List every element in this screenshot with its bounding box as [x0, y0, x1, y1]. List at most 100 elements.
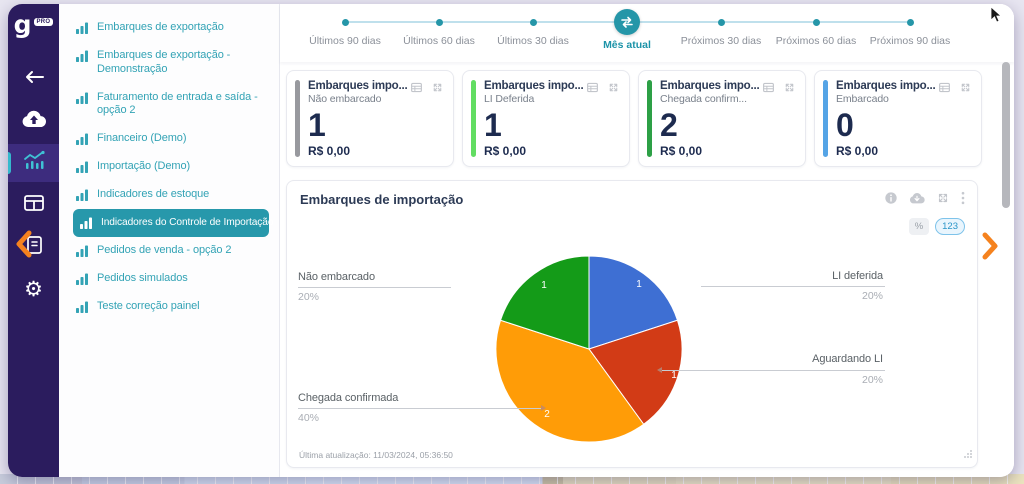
table-view-icon[interactable] [586, 81, 599, 94]
sidebar-item-embarques-exportacao[interactable]: Embarques de exportação [73, 14, 269, 42]
embarques-importacao-chart-card: Embarques de importação % 123 1 1 2 1 [286, 180, 978, 468]
sidebar-item-label: Indicadores de estoque [97, 188, 209, 202]
kpi-accent-bar [471, 80, 476, 157]
table-view-icon[interactable] [410, 81, 423, 94]
sidebar-item-label: Teste correção painel [97, 300, 199, 314]
chart-title: Embarques de importação [300, 192, 463, 207]
timeline-stop-proximos-60[interactable]: Próximos 60 dias [769, 4, 863, 47]
kpi-title: Embarques impo... [308, 80, 408, 92]
timeline-stop-proximos-30[interactable]: Próximos 30 dias [674, 4, 768, 47]
timeline-dot [907, 19, 914, 26]
pie-pct-chegada-confirmada: 40% [298, 412, 319, 424]
sidebar-collapse-chevron[interactable] [12, 228, 36, 265]
sidebar-item-embarques-exportacao-demo[interactable]: Embarques de exportação - Demonstração [73, 42, 269, 84]
sidebar-item-pedidos-venda[interactable]: Pedidos de venda - opção 2 [73, 237, 269, 265]
bar-chart-icon [75, 132, 89, 146]
pro-badge: PRO [34, 18, 54, 26]
timeline-stop-ultimos-90[interactable]: Últimos 90 dias [298, 4, 392, 47]
callout-arrow [657, 367, 662, 373]
pie-label-aguardando-li: Aguardando LI [812, 353, 883, 365]
bar-chart-icon [75, 188, 89, 202]
timeline-stop-ultimos-60[interactable]: Últimos 60 dias [392, 4, 486, 47]
pie-pct-li-deferida: 20% [862, 290, 883, 302]
sidebar-item-label: Pedidos de venda - opção 2 [97, 244, 231, 258]
kpi-value: 0 [836, 109, 973, 141]
timeline-stop-mes-atual[interactable]: Mês atual [580, 4, 674, 51]
timeline-label: Próximos 30 dias [674, 35, 768, 47]
kpi-value: 1 [484, 109, 621, 141]
unit-toggle: % 123 [909, 218, 965, 235]
kpi-subtitle: LI Deferida [484, 93, 589, 105]
panel-expand-chevron[interactable] [979, 230, 1001, 267]
kpi-subtitle: Não embarcado [308, 93, 413, 105]
expand-icon[interactable] [783, 81, 796, 94]
expand-icon[interactable] [936, 191, 950, 205]
timeline-label: Mês atual [580, 39, 674, 51]
expand-icon[interactable] [959, 81, 972, 94]
expand-icon[interactable] [431, 81, 444, 94]
kpi-accent-bar [647, 80, 652, 157]
sidebar-item-importacao[interactable]: Importação (Demo) [73, 153, 269, 181]
sidebar-item-label: Pedidos simulados [97, 272, 188, 286]
sidebar-item-pedidos-simulados[interactable]: Pedidos simulados [73, 265, 269, 293]
timeline-stop-ultimos-30[interactable]: Últimos 30 dias [486, 4, 580, 47]
sidebar-item-label: Faturamento de entrada e saída - opção 2 [97, 91, 267, 119]
pie-pct-aguardando-li: 20% [862, 374, 883, 386]
swap-arrows-icon [614, 9, 640, 35]
timeline-stop-proximos-90[interactable]: Próximos 90 dias [863, 4, 957, 47]
sidebar-item-indicadores-controle-importacao[interactable]: Indicadores do Controle de Importação [73, 209, 269, 237]
timeline-dot [813, 19, 820, 26]
expand-icon[interactable] [607, 81, 620, 94]
sidebar-item-label: Importação (Demo) [97, 160, 190, 174]
app-logo[interactable]: g PRO [14, 12, 54, 38]
kebab-menu-icon[interactable] [961, 191, 965, 205]
kpi-title: Embarques impo... [660, 80, 760, 92]
slice-value-label: 1 [636, 279, 642, 290]
download-icon[interactable] [909, 192, 925, 205]
table-view-icon[interactable] [762, 81, 775, 94]
sidebar-item-label: Embarques de exportação [97, 21, 224, 35]
kpi-value: 1 [308, 109, 445, 141]
toggle-numeric-button[interactable]: 123 [935, 218, 965, 235]
timeline-label: Últimos 90 dias [298, 35, 392, 47]
vertical-scrollbar[interactable] [1002, 62, 1010, 208]
callout-line [298, 287, 451, 288]
sidebar-item-faturamento[interactable]: Faturamento de entrada e saída - opção 2 [73, 84, 269, 126]
toggle-percent-button[interactable]: % [909, 218, 929, 235]
callout-line [298, 408, 541, 409]
rail-item-tables[interactable] [8, 186, 59, 224]
sidebar-item-financeiro[interactable]: Financeiro (Demo) [73, 125, 269, 153]
sidebar-item-indicadores-estoque[interactable]: Indicadores de estoque [73, 181, 269, 209]
kpi-title: Embarques impo... [836, 80, 936, 92]
app-window: g PRO [8, 4, 1014, 477]
sidebar-item-label: Embarques de exportação - Demonstração [97, 49, 267, 77]
kpi-value: 2 [660, 109, 797, 141]
analytics-chart-icon [22, 150, 46, 177]
timeline-label: Próximos 60 dias [769, 35, 863, 47]
resize-handle[interactable] [963, 446, 973, 464]
bar-chart-icon [75, 300, 89, 314]
rail-item-settings[interactable]: ⚙ [8, 270, 59, 308]
timeline-dot [436, 19, 443, 26]
bar-chart-icon [75, 91, 89, 105]
callout-line [661, 370, 885, 371]
table-view-icon[interactable] [938, 81, 951, 94]
timeline-label: Últimos 60 dias [392, 35, 486, 47]
bar-chart-icon [75, 21, 89, 35]
bar-chart-icon [79, 216, 93, 230]
kpi-amount: R$ 0,00 [484, 144, 526, 158]
main-content: Últimos 90 dias Últimos 60 dias Últimos … [280, 4, 1014, 477]
kpi-card-embarcado: Embarques impo... Embarcado 0 R$ 0,00 [814, 70, 982, 167]
timeline-dot [530, 19, 537, 26]
sidebar-item-label: Financeiro (Demo) [97, 132, 186, 146]
rail-item-analytics[interactable] [8, 144, 59, 182]
period-timeline: Últimos 90 dias Últimos 60 dias Últimos … [280, 4, 1014, 62]
sidebar-item-teste-correcao[interactable]: Teste correção painel [73, 293, 269, 321]
bar-chart-icon [75, 272, 89, 286]
kpi-subtitle: Embarcado [836, 93, 941, 105]
rail-item-upload[interactable] [8, 102, 59, 140]
info-icon[interactable] [884, 191, 898, 205]
callout-line [701, 286, 885, 287]
back-button[interactable] [8, 60, 59, 98]
kpi-amount: R$ 0,00 [836, 144, 878, 158]
